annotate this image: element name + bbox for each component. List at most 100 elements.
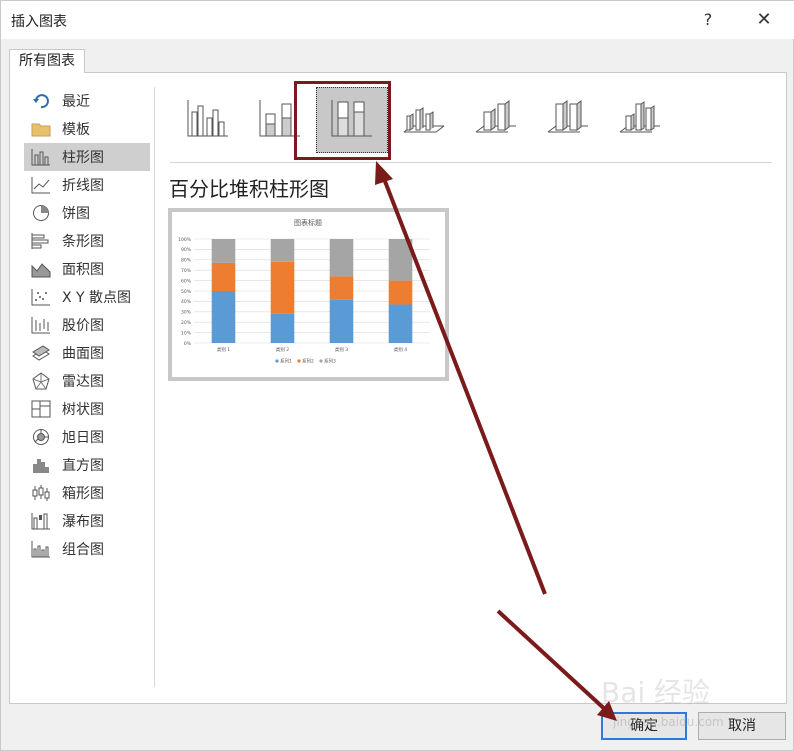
x-tick-label: 类别 3 [335, 346, 348, 353]
y-tick-label: 10% [181, 330, 192, 336]
legend-label: 系列1 [280, 358, 292, 365]
surface-chart-icon [30, 343, 52, 363]
bar-segment [211, 262, 236, 291]
dialog-title: 插入图表 [11, 14, 67, 30]
x-tick-label: 类别 1 [217, 346, 230, 353]
subtype-3d-clustered-column[interactable] [388, 87, 460, 153]
sidebar-item-label: 直方图 [62, 458, 104, 474]
sidebar-item-label: 树状图 [62, 402, 104, 418]
sidebar-item-treemap[interactable]: 树状图 [24, 395, 150, 423]
3d-percent-stacked-column-icon [546, 98, 590, 142]
sidebar-item-label: 瀑布图 [62, 514, 104, 530]
bar-segment [329, 299, 354, 343]
bar-segment [388, 239, 413, 281]
sidebar-item-label: 箱形图 [62, 486, 104, 502]
sidebar-item-recent[interactable]: 最近 [24, 87, 150, 115]
sidebar-item-label: 股价图 [62, 318, 104, 334]
y-tick-label: 20% [181, 320, 192, 326]
sidebar-item-box-whisker[interactable]: 箱形图 [24, 479, 150, 507]
chart-preview: 图表标题 0% 10% 20% 30% 40% 50% 60% 70% 80% 90% 100% 类别 … [168, 208, 449, 381]
legend-marker [275, 359, 279, 363]
bar-segment [270, 239, 295, 262]
sidebar-item-area[interactable]: 面积图 [24, 255, 150, 283]
baidu-watermark-url: jingyan.baidu.com [613, 715, 724, 729]
panel-divider [154, 87, 155, 687]
radar-chart-icon [30, 371, 52, 391]
bar-chart-icon [30, 231, 52, 251]
bar-segment [211, 239, 236, 263]
help-button[interactable]: ? [691, 5, 725, 35]
3d-column-icon [618, 98, 662, 142]
y-tick-label: 30% [181, 310, 192, 316]
sidebar-item-surface[interactable]: 曲面图 [24, 339, 150, 367]
treemap-chart-icon [30, 399, 52, 419]
legend-label: 系列2 [302, 358, 314, 365]
bar-segment [270, 313, 295, 343]
column-chart-icon [30, 147, 52, 167]
y-tick-label: 40% [181, 299, 192, 305]
chart-panel: 最近 模板 柱形图 折线图 饼图 条形图 面积图 X Y 散点图 股价图 曲面图… [9, 72, 787, 704]
legend-marker [297, 359, 301, 363]
subtype-3d-stacked-column[interactable] [460, 87, 532, 153]
sidebar-item-waterfall[interactable]: 瀑布图 [24, 507, 150, 535]
recent-icon [30, 91, 52, 111]
y-tick-label: 50% [181, 289, 192, 295]
subtype-clustered-column[interactable] [172, 87, 244, 153]
sidebar-item-label: X Y 散点图 [62, 290, 132, 306]
bar-segment [270, 261, 295, 314]
y-tick-label: 80% [181, 258, 192, 264]
y-tick-label: 70% [181, 268, 192, 274]
folder-icon [30, 119, 52, 139]
tab-all-charts[interactable]: 所有图表 [9, 49, 85, 73]
sidebar-item-histogram[interactable]: 直方图 [24, 451, 150, 479]
legend-marker [319, 359, 323, 363]
annotation-highlight-box [294, 81, 391, 160]
sidebar-item-sunburst[interactable]: 旭日图 [24, 423, 150, 451]
histogram-chart-icon [30, 455, 52, 475]
sidebar-item-label: 柱形图 [62, 150, 104, 166]
box-whisker-chart-icon [30, 483, 52, 503]
subtype-divider [170, 162, 772, 163]
x-tick-label: 类别 4 [394, 346, 407, 353]
bar-segment [329, 276, 354, 300]
y-tick-label: 100% [178, 237, 192, 243]
x-tick-label: 类别 2 [276, 346, 289, 353]
bar-segment [388, 304, 413, 343]
insert-chart-dialog: 插入图表 ? ✕ 所有图表 最近 模板 柱形图 折线图 饼图 条形图 面积图 X… [0, 0, 794, 751]
title-bar: 插入图表 ? ✕ [1, 1, 794, 39]
chart-type-list: 最近 模板 柱形图 折线图 饼图 条形图 面积图 X Y 散点图 股价图 曲面图… [24, 87, 150, 563]
sidebar-item-label: 饼图 [62, 206, 90, 222]
chart-preview-svg: 图表标题 0% 10% 20% 30% 40% 50% 60% 70% 80% 90% 100% 类别 … [178, 218, 430, 365]
sidebar-item-label: 折线图 [62, 178, 104, 194]
bar-segment [329, 239, 354, 277]
sidebar-item-pie[interactable]: 饼图 [24, 199, 150, 227]
pie-chart-icon [30, 203, 52, 223]
sidebar-item-label: 条形图 [62, 234, 104, 250]
subtype-3d-percent-stacked-column[interactable] [532, 87, 604, 153]
baidu-watermark-logo: Bai 经验 [601, 676, 711, 709]
bar-segment [211, 291, 236, 343]
bar-segment [388, 280, 413, 305]
sidebar-item-scatter[interactable]: X Y 散点图 [24, 283, 150, 311]
waterfall-chart-icon [30, 511, 52, 531]
sidebar-item-label: 面积图 [62, 262, 104, 278]
sidebar-item-label: 组合图 [62, 542, 104, 558]
sidebar-item-line[interactable]: 折线图 [24, 171, 150, 199]
sidebar-item-templates[interactable]: 模板 [24, 115, 150, 143]
sidebar-item-bar[interactable]: 条形图 [24, 227, 150, 255]
sunburst-chart-icon [30, 427, 52, 447]
preview-title: 百分比堆积柱形图 [169, 177, 329, 201]
clustered-column-icon [186, 98, 230, 142]
sidebar-item-column[interactable]: 柱形图 [24, 143, 150, 171]
sidebar-item-radar[interactable]: 雷达图 [24, 367, 150, 395]
chart-subtype-row [172, 81, 772, 163]
subtype-3d-column[interactable] [604, 87, 676, 153]
sidebar-item-stock[interactable]: 股价图 [24, 311, 150, 339]
close-button[interactable]: ✕ [747, 5, 781, 35]
stock-chart-icon [30, 315, 52, 335]
sidebar-item-combo[interactable]: 组合图 [24, 535, 150, 563]
y-tick-label: 90% [181, 247, 192, 253]
sidebar-item-label: 曲面图 [62, 346, 104, 362]
line-chart-icon [30, 175, 52, 195]
combo-chart-icon [30, 539, 52, 559]
